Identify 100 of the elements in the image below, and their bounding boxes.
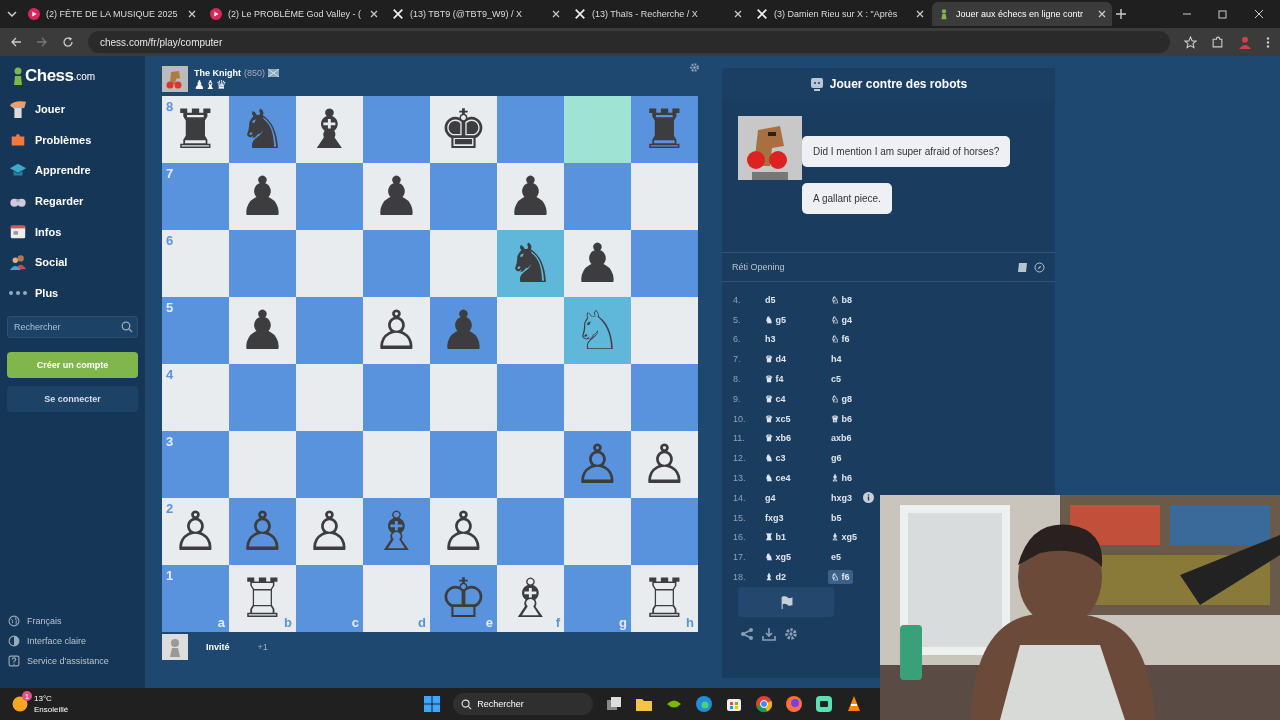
board-square[interactable]: ♝ [296, 96, 363, 163]
move[interactable]: b5 [828, 510, 845, 525]
footer-link[interactable]: Français [7, 614, 138, 628]
move[interactable]: ♛ d4 [765, 354, 786, 365]
browser-tab[interactable]: (2) Le PROBLÈME God Valley - ( [204, 2, 384, 26]
chess-piece[interactable]: ♙ [372, 303, 421, 358]
firefox-icon[interactable] [785, 695, 804, 713]
taskbar-search-field[interactable]: Rechercher [453, 693, 594, 715]
settings-icon[interactable] [784, 627, 798, 641]
reload-icon[interactable] [62, 36, 74, 48]
board-square[interactable]: ♟ [497, 163, 564, 230]
nav-item[interactable]: Social [7, 246, 138, 278]
close-icon[interactable] [188, 10, 196, 18]
close-icon[interactable] [916, 10, 924, 18]
move[interactable]: ♜ b1 [765, 532, 786, 543]
address-bar[interactable]: chess.com/fr/play/computer [88, 31, 1170, 53]
chess-piece[interactable]: ♙ [305, 504, 354, 559]
chess-piece[interactable]: ♟ [372, 169, 421, 224]
task-view-icon[interactable] [605, 695, 624, 713]
move[interactable]: ♘ b8 [828, 292, 855, 307]
board-square[interactable]: ♟ [564, 230, 631, 297]
chess-piece[interactable]: ♟ [573, 236, 622, 291]
board-square[interactable]: ♙ [296, 498, 363, 565]
compass-icon[interactable] [1034, 261, 1045, 273]
info-icon[interactable] [863, 492, 874, 504]
move[interactable]: h4 [828, 352, 845, 367]
browser-tab[interactable]: Jouer aux échecs en ligne contr [932, 2, 1112, 26]
nav-item[interactable]: Plus [7, 277, 138, 309]
move[interactable]: ♗ xg5 [828, 530, 860, 545]
move[interactable]: ♞ ce4 [765, 473, 791, 484]
footer-link[interactable]: Service d'assistance [7, 654, 138, 668]
move[interactable]: ♘ g4 [828, 312, 855, 327]
book-icon[interactable] [1017, 261, 1028, 273]
nav-item[interactable]: Jouer [7, 94, 138, 125]
download-icon[interactable] [762, 627, 776, 641]
move[interactable]: hxg3 [828, 490, 855, 505]
close-icon[interactable] [1098, 10, 1106, 18]
chess-piece[interactable]: ♘ [573, 303, 622, 358]
move[interactable]: ♕ b6 [828, 411, 855, 426]
board-square[interactable]: ♟ [229, 163, 296, 230]
chess-piece[interactable]: ♚ [439, 102, 488, 157]
move[interactable]: c5 [828, 372, 844, 387]
puzzle-piece-icon[interactable] [1211, 35, 1224, 49]
chess-piece[interactable]: ♗ [506, 571, 555, 626]
nav-item[interactable]: Infos [7, 216, 138, 247]
close-icon[interactable] [370, 10, 378, 18]
forward-icon[interactable] [36, 36, 48, 48]
share-icon[interactable] [740, 627, 754, 641]
start-icon[interactable] [423, 695, 442, 713]
move[interactable]: ♛ xb6 [765, 433, 791, 444]
profile-icon[interactable] [1238, 35, 1252, 49]
browser-tab[interactable]: (3) Damien Rieu sur X : "Après [750, 2, 930, 26]
board-square[interactable]: ♞ [497, 230, 564, 297]
browser-tab[interactable]: (2) FÊTE DE LA MUSIQUE 2025 [22, 2, 202, 26]
chess-piece[interactable]: ♙ [640, 437, 689, 492]
search-field[interactable]: Rechercher [7, 316, 138, 339]
move[interactable]: ♗ h6 [828, 471, 855, 486]
board-square[interactable]: ♘ [564, 297, 631, 364]
board-square[interactable]: ♙ [631, 431, 698, 498]
move[interactable]: d5 [765, 294, 776, 305]
menu-icon[interactable] [1266, 35, 1270, 49]
move[interactable]: ♞ c3 [765, 453, 786, 464]
board-square[interactable]: ♟ [229, 297, 296, 364]
move[interactable]: ♝ d2 [765, 572, 786, 583]
chess-piece[interactable]: ♙ [439, 504, 488, 559]
move[interactable]: ♘ g8 [828, 391, 855, 406]
move[interactable]: ♛ c4 [765, 393, 786, 404]
move[interactable]: fxg3 [765, 512, 784, 523]
board-square[interactable]: ♟ [363, 163, 430, 230]
nav-item[interactable]: Regarder [7, 185, 138, 217]
login-button[interactable]: Se connecter [7, 386, 138, 413]
move[interactable]: h3 [765, 334, 776, 345]
chess-piece[interactable]: ♟ [238, 169, 287, 224]
chrome-icon[interactable] [755, 695, 774, 713]
back-icon[interactable] [10, 36, 22, 48]
weather-sun-icon[interactable] [12, 696, 28, 712]
move[interactable]: ♛ f4 [765, 374, 784, 385]
nav-item[interactable]: Problèmes [7, 124, 138, 156]
footer-link[interactable]: Interface claire [7, 634, 138, 648]
chess-piece[interactable]: ♞ [506, 236, 555, 291]
move[interactable]: ♛ xc5 [765, 413, 791, 424]
close-icon[interactable] [1254, 9, 1264, 19]
chess-piece[interactable]: ♟ [238, 303, 287, 358]
board-square[interactable]: ♚ [430, 96, 497, 163]
close-icon[interactable] [734, 10, 742, 18]
app-icon[interactable] [815, 695, 834, 713]
move[interactable]: ♘ f6 [828, 570, 853, 585]
settings-icon[interactable] [689, 62, 700, 73]
star-icon[interactable] [1184, 35, 1197, 49]
close-icon[interactable] [552, 10, 560, 18]
move[interactable]: g4 [765, 492, 776, 503]
move[interactable]: e5 [828, 550, 844, 565]
board-square[interactable]: ♙ [363, 297, 430, 364]
chess-piece[interactable]: ♟ [506, 169, 555, 224]
move[interactable]: ♞ g5 [765, 314, 786, 325]
browser-tab[interactable]: (13) Thaïs - Recherche / X [568, 2, 748, 26]
resign-button[interactable] [738, 587, 834, 617]
move[interactable]: ♞ xg5 [765, 552, 791, 563]
browser-tab[interactable]: (13) TBT9 (@TBT9_W9) / X [386, 2, 566, 26]
browser-icon[interactable] [695, 695, 714, 713]
